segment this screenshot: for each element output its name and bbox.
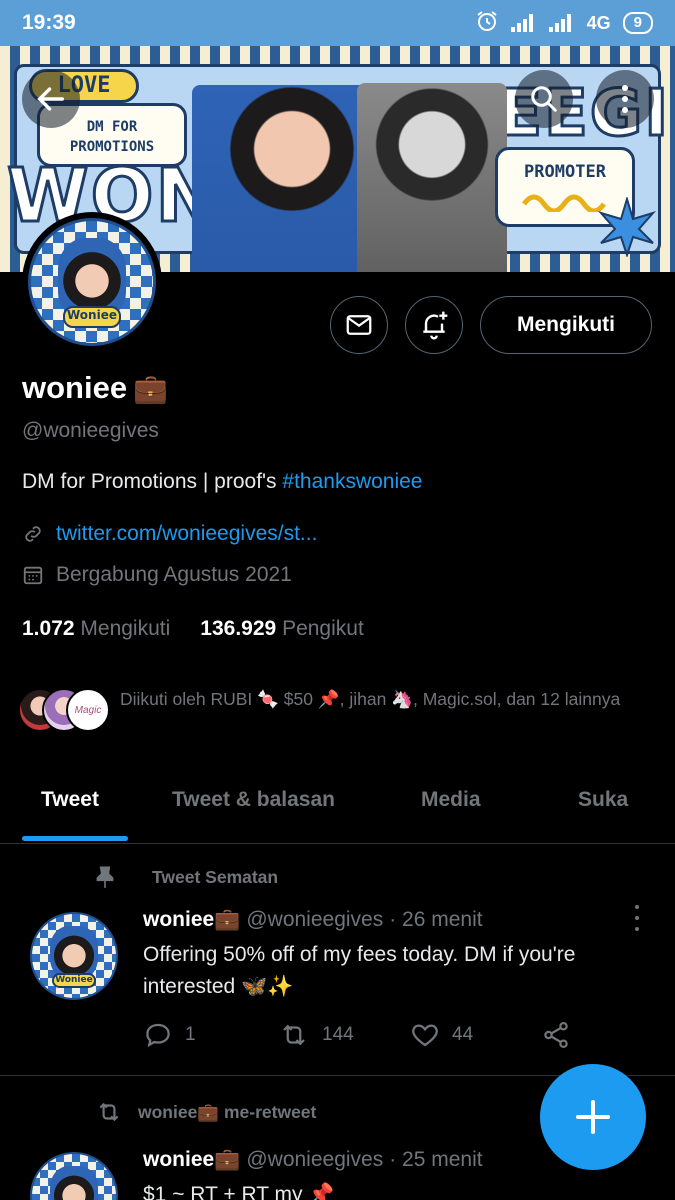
- profile-bio: DM for Promotions | proof's #thankswonie…: [22, 470, 423, 494]
- follow-counts: 1.072 Mengikuti 136.929 Pengikut: [22, 617, 364, 641]
- like-count: 44: [452, 1024, 474, 1045]
- tweet-author-name[interactable]: woniee💼: [143, 908, 240, 932]
- reply-button[interactable]: 1: [143, 1020, 196, 1050]
- profile-link-row: twitter.com/wonieegives/st...: [22, 522, 317, 546]
- profile-avatar[interactable]: Woniee: [22, 212, 162, 352]
- avatar-label: Woniee: [62, 306, 122, 329]
- followed-by-text: Diikuti oleh RUBI 🍬 $50 📌, jihan 🦄, Magi…: [120, 689, 621, 709]
- retweet-context: woniee💼 me-retweet: [94, 1099, 316, 1125]
- tweet-header: woniee💼 @wonieegives · 26 menit: [143, 908, 483, 932]
- avatar-image: Woniee: [28, 218, 156, 346]
- active-tab-indicator: [22, 836, 128, 841]
- compose-tweet-button[interactable]: [540, 1064, 646, 1170]
- followed-by-row[interactable]: Magic Diikuti oleh RUBI 🍬 $50 📌, jihan 🦄…: [18, 686, 658, 736]
- status-bar: 19:39 4G 9: [0, 0, 675, 46]
- tweet-time: · 25 menit: [389, 1148, 483, 1171]
- tweet-avatar[interactable]: Woniee: [30, 1152, 118, 1200]
- search-button[interactable]: [515, 70, 573, 128]
- more-vertical-icon: [622, 85, 628, 113]
- tweet-avatar[interactable]: Woniee: [30, 912, 118, 1000]
- banner-photo: [357, 83, 507, 272]
- back-button[interactable]: [22, 70, 80, 128]
- share-icon: [544, 1022, 568, 1048]
- star-burst-icon: [597, 197, 657, 257]
- tweet-author-name[interactable]: woniee💼: [143, 1148, 240, 1172]
- profile-display-name: woniee: [22, 370, 128, 405]
- more-options-button[interactable]: [596, 70, 654, 128]
- share-button[interactable]: [541, 1020, 571, 1050]
- profile-handle: @wonieegives: [22, 419, 159, 442]
- tweet-time: · 26 menit: [389, 908, 483, 931]
- profile-joined-date: Bergabung Agustus 2021: [56, 563, 292, 586]
- heart-icon: [412, 1024, 438, 1047]
- reply-count: 1: [185, 1024, 196, 1045]
- bio-text: DM for Promotions | proof's: [22, 470, 283, 493]
- link-icon: [25, 526, 41, 542]
- pin-icon: [96, 866, 114, 888]
- like-button[interactable]: 44: [410, 1020, 473, 1050]
- tweet-more-button[interactable]: [630, 905, 644, 931]
- avatar-face: [50, 1165, 98, 1200]
- avatar-face: [57, 238, 127, 317]
- status-time: 19:39: [22, 11, 76, 34]
- avatar: Magic: [66, 688, 110, 732]
- arrow-left-icon: [37, 87, 65, 111]
- tweet-header: woniee💼 @wonieegives · 25 menit: [143, 1148, 483, 1172]
- tweet-text: $1 ~ RT + RT my 📌: [143, 1183, 335, 1200]
- tab-media[interactable]: Media: [421, 788, 481, 812]
- message-button[interactable]: [330, 296, 388, 354]
- follower-avatars: Magic: [18, 686, 110, 736]
- tweet-text: Offering 50% off of my fees today. DM if…: [143, 943, 576, 998]
- pinned-tweet-context: Tweet Sematan: [94, 864, 278, 890]
- retweet-context-label[interactable]: woniee💼 me-retweet: [138, 1102, 316, 1123]
- battery-icon: 9: [622, 12, 653, 34]
- pinned-label: Tweet Sematan: [152, 866, 279, 887]
- plus-icon: [576, 1100, 610, 1134]
- profile-website-link[interactable]: twitter.com/wonieegives/st...: [56, 522, 317, 546]
- profile-joined-row: Bergabung Agustus 2021: [22, 563, 292, 587]
- briefcase-emoji: 💼: [133, 372, 168, 404]
- network-type: 4G: [586, 12, 611, 33]
- tab-tweet[interactable]: Tweet: [41, 788, 99, 812]
- retweet-icon: [283, 1024, 305, 1046]
- signal-icon: [548, 14, 575, 32]
- profile-name: woniee 💼: [22, 370, 168, 406]
- avatar-label: Woniee: [52, 972, 96, 988]
- profile-tabs: Tweet Tweet & balasan Media Suka: [0, 772, 675, 844]
- tab-likes[interactable]: Suka: [578, 788, 628, 812]
- following-button[interactable]: Mengikuti: [480, 296, 652, 354]
- calendar-icon: [23, 566, 43, 585]
- alarm-icon: [475, 9, 499, 38]
- tab-tweet-replies[interactable]: Tweet & balasan: [172, 788, 335, 812]
- notify-button[interactable]: [405, 296, 463, 354]
- reply-icon: [146, 1023, 170, 1048]
- retweet-button[interactable]: 144: [278, 1020, 354, 1050]
- retweet-icon: [99, 1102, 119, 1122]
- avatar-face: [50, 925, 98, 980]
- tweet-author-handle: @wonieegives: [246, 908, 384, 931]
- followers-count-link[interactable]: 136.929 Pengikut: [200, 617, 364, 641]
- tweet-actions: 1 144 44: [143, 1020, 583, 1056]
- tweet-author-handle: @wonieegives: [246, 1148, 384, 1171]
- following-count-link[interactable]: 1.072 Mengikuti: [22, 617, 170, 641]
- bio-hashtag-link[interactable]: #thankswoniee: [282, 470, 422, 493]
- retweet-count: 144: [322, 1024, 354, 1045]
- signal-icon: [510, 14, 537, 32]
- envelope-icon: [346, 315, 372, 335]
- search-icon: [531, 86, 557, 112]
- bell-plus-icon: [423, 311, 448, 340]
